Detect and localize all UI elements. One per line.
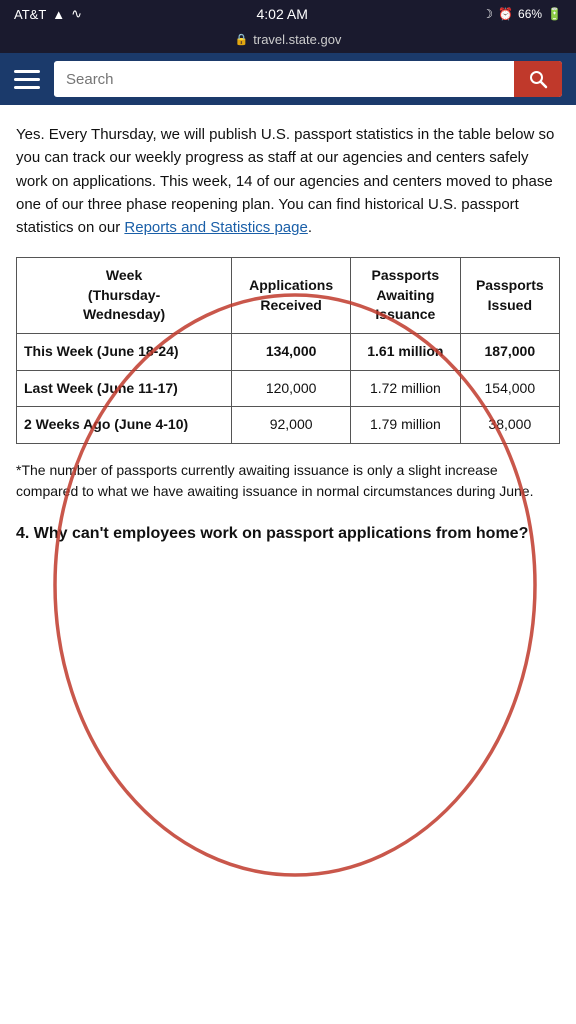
- signal-icon: ▲: [52, 7, 65, 22]
- section-heading: 4. Why can't employees work on passport …: [16, 522, 560, 547]
- cell-issued: 38,000: [460, 407, 559, 444]
- cell-week: 2 Weeks Ago (June 4-10): [17, 407, 232, 444]
- col-header-week: Week(Thursday-Wednesday): [17, 258, 232, 334]
- search-input[interactable]: [54, 63, 514, 96]
- intro-period: .: [308, 219, 312, 236]
- table-row: Last Week (June 11-17)120,0001.72 millio…: [17, 370, 560, 407]
- status-left: AT&T ▲ ∿: [14, 6, 82, 22]
- col-header-applications: ApplicationsReceived: [232, 258, 351, 334]
- passport-statistics-table: Week(Thursday-Wednesday) ApplicationsRec…: [16, 257, 560, 444]
- time-display: 4:02 AM: [256, 6, 307, 22]
- search-bar-container: [54, 61, 562, 97]
- cell-applications: 134,000: [232, 334, 351, 371]
- col-header-awaiting: PassportsAwaitingIssuance: [351, 258, 461, 334]
- cell-week: Last Week (June 11-17): [17, 370, 232, 407]
- status-right: ☽ ⏰ 66% 🔋: [482, 7, 562, 21]
- annotation-circle: [0, 105, 576, 1005]
- main-content: Yes. Every Thursday, we will publish U.S…: [0, 105, 576, 567]
- search-icon: [528, 69, 548, 89]
- battery-icon: 🔋: [547, 7, 562, 21]
- table-row: This Week (June 18-24)134,0001.61 millio…: [17, 334, 560, 371]
- cell-applications: 120,000: [232, 370, 351, 407]
- search-button[interactable]: [514, 61, 562, 97]
- nav-header: [0, 53, 576, 105]
- status-bar: AT&T ▲ ∿ 4:02 AM ☽ ⏰ 66% 🔋: [0, 0, 576, 28]
- lock-icon: 🔒: [235, 33, 249, 46]
- crescent-icon: ☽: [482, 7, 493, 21]
- cell-issued: 187,000: [460, 334, 559, 371]
- table-row: 2 Weeks Ago (June 4-10)92,0001.79 millio…: [17, 407, 560, 444]
- cell-issued: 154,000: [460, 370, 559, 407]
- carrier-text: AT&T: [14, 7, 46, 22]
- url-bar: 🔒 travel.state.gov: [0, 28, 576, 53]
- battery-text: 66%: [518, 7, 542, 21]
- wifi-icon: ∿: [71, 6, 82, 22]
- intro-paragraph: Yes. Every Thursday, we will publish U.S…: [16, 123, 560, 239]
- footnote-text: *The number of passports currently await…: [16, 460, 560, 502]
- col-header-issued: PassportsIssued: [460, 258, 559, 334]
- hamburger-menu[interactable]: [14, 70, 40, 89]
- cell-awaiting: 1.61 million: [351, 334, 461, 371]
- table-header-row: Week(Thursday-Wednesday) ApplicationsRec…: [17, 258, 560, 334]
- url-text: travel.state.gov: [253, 32, 341, 47]
- cell-applications: 92,000: [232, 407, 351, 444]
- reports-link[interactable]: Reports and Statistics page: [124, 219, 307, 236]
- cell-awaiting: 1.72 million: [351, 370, 461, 407]
- cell-week: This Week (June 18-24): [17, 334, 232, 371]
- cell-awaiting: 1.79 million: [351, 407, 461, 444]
- alarm-icon: ⏰: [498, 7, 513, 21]
